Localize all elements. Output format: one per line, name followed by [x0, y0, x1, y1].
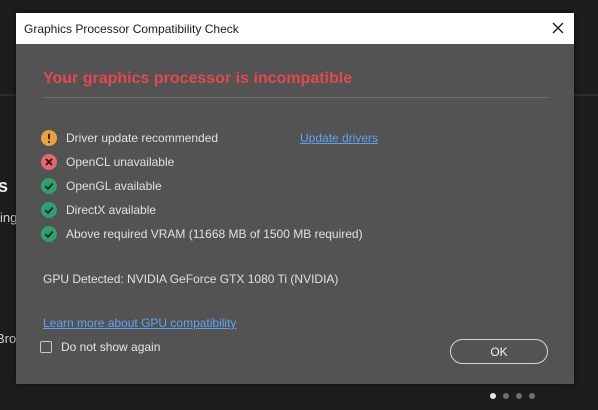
page-dot[interactable]	[516, 393, 522, 399]
do-not-show-again-checkbox[interactable]: Do not show again	[40, 340, 160, 354]
status-item-vram: Above required VRAM (11668 MB of 1500 MB…	[41, 225, 363, 243]
status-label: Driver update recommended	[66, 131, 219, 145]
status-item-opengl: OpenGL available	[41, 177, 162, 195]
status-label: Above required VRAM (11668 MB of 1500 MB…	[66, 227, 363, 241]
status-item-directx: DirectX available	[41, 201, 156, 219]
error-icon	[41, 154, 57, 170]
page-dot[interactable]	[503, 393, 509, 399]
page-dot-active[interactable]	[490, 393, 496, 399]
status-item-opencl: OpenCL unavailable	[41, 153, 174, 171]
dialog-title: Graphics Processor Compatibility Check	[24, 22, 239, 36]
warning-icon	[41, 130, 57, 146]
status-label: OpenCL unavailable	[66, 155, 175, 169]
page-indicator	[490, 393, 535, 399]
gpu-detected-text: GPU Detected: NVIDIA GeForce GTX 1080 Ti…	[43, 272, 339, 286]
background-text-fragment: Bro	[0, 331, 17, 346]
background-text-fragment: s	[0, 176, 9, 196]
status-item-driver: Driver update recommended	[41, 129, 218, 147]
checkbox-label: Do not show again	[61, 340, 161, 354]
check-icon	[41, 178, 57, 194]
gpu-compatibility-dialog: Graphics Processor Compatibility Check Y…	[16, 13, 574, 384]
close-button[interactable]	[548, 18, 568, 38]
dialog-titlebar: Graphics Processor Compatibility Check	[16, 13, 574, 44]
learn-more-link[interactable]: Learn more about GPU compatibility	[43, 316, 236, 330]
status-label: DirectX available	[66, 203, 157, 217]
check-icon	[41, 226, 57, 242]
check-icon	[41, 202, 57, 218]
ok-button[interactable]: OK	[450, 339, 548, 364]
status-label: OpenGL available	[66, 179, 162, 193]
checkbox-box[interactable]	[40, 341, 52, 353]
dialog-heading: Your graphics processor is incompatible	[43, 70, 353, 87]
close-icon	[552, 22, 564, 34]
update-drivers-link[interactable]: Update drivers	[300, 131, 378, 145]
background-text-fragment: ing	[0, 210, 18, 225]
ok-button-label: OK	[490, 344, 508, 359]
page-dot[interactable]	[529, 393, 535, 399]
heading-divider	[43, 97, 549, 98]
